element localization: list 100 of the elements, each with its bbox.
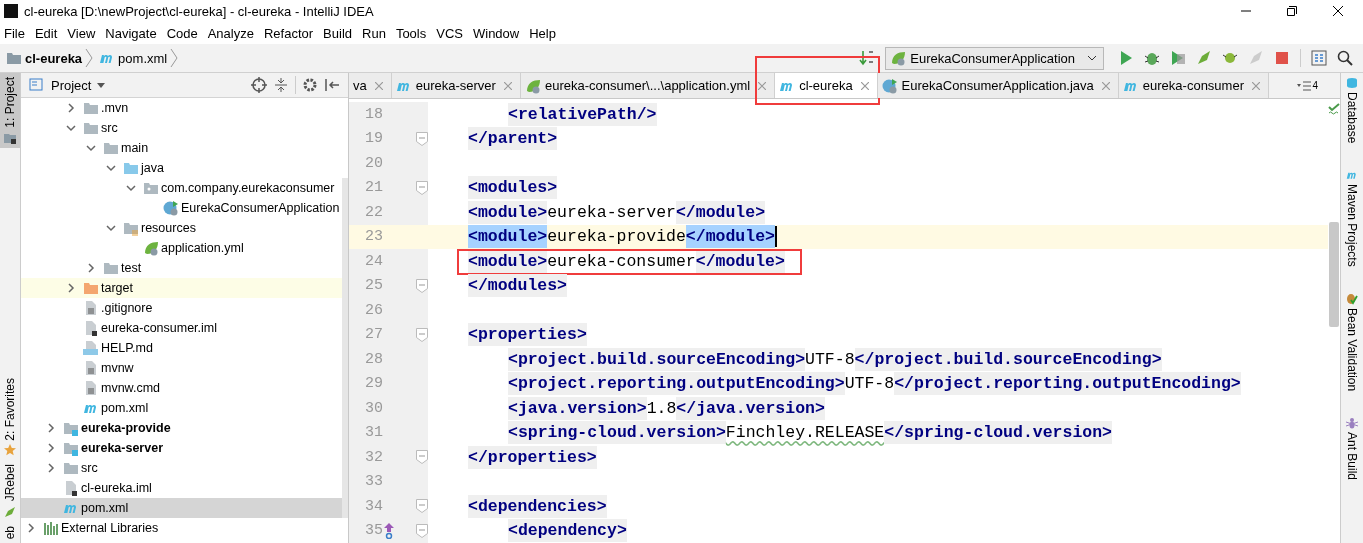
fold-marker-icon[interactable] <box>416 180 428 195</box>
tree-row[interactable]: HELP.md <box>21 338 342 358</box>
menu-item[interactable]: Refactor <box>259 25 320 41</box>
run-configuration-dropdown[interactable]: EurekaConsumerApplication <box>885 46 1104 70</box>
fold-marker-icon[interactable] <box>416 523 428 538</box>
tool-window-tab[interactable]: 2: Favorites <box>0 373 20 461</box>
chevron-icon[interactable] <box>26 523 36 533</box>
chevron-icon[interactable] <box>66 103 76 113</box>
file-icon <box>83 380 99 396</box>
tree-row[interactable]: src <box>21 458 342 478</box>
menu-item[interactable]: Window <box>468 25 526 41</box>
chevron-icon[interactable] <box>46 463 56 473</box>
editor-tab[interactable]: cl-eureka <box>775 73 878 98</box>
editor-tab[interactable]: eureka-consumer\...\application.yml <box>520 73 776 98</box>
chevron-icon[interactable] <box>106 223 116 233</box>
menu-item[interactable]: Run <box>358 25 392 41</box>
fold-marker-icon[interactable] <box>416 327 428 342</box>
chevron-icon[interactable] <box>86 263 96 273</box>
tree-row[interactable]: External Libraries <box>21 518 342 538</box>
menu-item[interactable]: Code <box>162 25 204 41</box>
coverage-icon[interactable] <box>1170 50 1186 66</box>
tool-window-tab[interactable]: Maven Projects <box>1345 169 1359 268</box>
tree-row[interactable]: mvnw <box>21 358 342 378</box>
fold-marker-icon[interactable] <box>416 499 428 514</box>
menu-item[interactable]: VCS <box>432 25 469 41</box>
chevron-icon[interactable] <box>126 183 136 193</box>
file-icon <box>83 320 99 336</box>
menu-item[interactable]: Navigate <box>101 25 163 41</box>
editor-tab[interactable]: EurekaConsumerApplication.java <box>877 73 1119 98</box>
xml-tag: <dependency> <box>508 519 627 543</box>
breadcrumb-item[interactable]: cl-eureka <box>25 50 83 66</box>
menu-item[interactable]: Help <box>525 25 562 41</box>
tree-row[interactable]: cl-eureka.iml <box>21 478 342 498</box>
project-view-icon <box>29 77 45 93</box>
chevron-icon[interactable] <box>66 123 76 133</box>
tree-row[interactable]: .gitignore <box>21 298 342 318</box>
editor-tab[interactable]: va <box>349 73 392 98</box>
menu-item[interactable]: Build <box>319 25 358 41</box>
tool-window-tab[interactable]: Database <box>1345 77 1359 144</box>
collapse-all-icon[interactable] <box>273 77 289 93</box>
tree-row[interactable]: EurekaConsumerApplication <box>21 198 342 218</box>
tree-row[interactable]: main <box>21 138 342 158</box>
tree-row[interactable]: target <box>21 278 342 298</box>
tree-row[interactable]: .mvn <box>21 98 342 118</box>
sort-icon[interactable] <box>859 50 876 66</box>
bug-icon[interactable] <box>1222 50 1238 66</box>
tool-window-tab[interactable]: Bean Validation <box>1345 293 1359 392</box>
override-marker-icon[interactable] <box>382 522 396 539</box>
tab-list-icon[interactable] <box>1297 80 1312 91</box>
tree-row[interactable]: com.company.eurekaconsumer <box>21 178 342 198</box>
tree-row[interactable]: pom.xml <box>21 498 342 518</box>
settings-icon[interactable] <box>302 77 318 93</box>
fold-marker-icon[interactable] <box>416 131 428 146</box>
close-icon[interactable] <box>1333 6 1343 16</box>
line-number: 21 <box>365 179 383 197</box>
tree-row[interactable]: application.yml <box>21 238 342 258</box>
editor-tab[interactable]: eureka-server <box>391 73 521 98</box>
menu-item[interactable]: Edit <box>30 25 64 41</box>
search-icon[interactable] <box>1337 50 1353 66</box>
chevron-icon[interactable] <box>46 443 56 453</box>
tab-label: eureka-consumer\...\application.yml <box>544 78 751 93</box>
chevron-icon[interactable] <box>106 163 116 173</box>
tree-row[interactable]: test <box>21 258 342 278</box>
tree-row[interactable]: mvnw.cmd <box>21 378 342 398</box>
restore-icon[interactable] <box>1287 6 1297 16</box>
dropdown-arrow-icon[interactable] <box>97 82 106 88</box>
leaf-icon <box>890 50 907 66</box>
breadcrumb-item[interactable]: pom.xml <box>118 50 168 66</box>
fold-marker-icon[interactable] <box>416 450 428 465</box>
tool-window-tab[interactable]: JRebel <box>0 460 20 522</box>
tree-row[interactable]: java <box>21 158 342 178</box>
scrollbar[interactable] <box>342 178 348 518</box>
chevron-icon[interactable] <box>86 143 96 153</box>
scrollbar[interactable] <box>1329 222 1339 327</box>
menu-item[interactable]: View <box>63 25 102 41</box>
menu-item[interactable]: File <box>0 25 31 41</box>
tool-window-tab[interactable]: eb <box>0 521 20 543</box>
panel-title[interactable]: Project <box>51 77 92 93</box>
locate-icon[interactable] <box>251 77 267 93</box>
tree-row[interactable]: src <box>21 118 342 138</box>
tree-row[interactable]: pom.xml <box>21 398 342 418</box>
bug-icon[interactable] <box>1144 50 1160 66</box>
menu-item[interactable]: Tools <box>391 25 433 41</box>
run-icon[interactable] <box>1118 50 1134 66</box>
menu-item[interactable]: Analyze <box>203 25 260 41</box>
editor-tab[interactable]: eureka-consumer <box>1118 73 1269 98</box>
project-structure-icon[interactable] <box>1311 50 1327 66</box>
chevron-icon[interactable] <box>66 283 76 293</box>
tool-window-tab[interactable]: 1: Project <box>0 73 20 148</box>
tree-row[interactable]: eureka-consumer.iml <box>21 318 342 338</box>
tool-window-tab[interactable]: Ant Build <box>1345 417 1359 481</box>
file-icon <box>83 360 99 376</box>
hide-panel-icon[interactable] <box>324 77 340 93</box>
chevron-icon[interactable] <box>46 423 56 433</box>
tree-row[interactable]: eureka-server <box>21 438 342 458</box>
stop-icon[interactable] <box>1274 50 1290 66</box>
rocket-icon[interactable] <box>1196 50 1212 66</box>
tree-row[interactable]: resources <box>21 218 342 238</box>
fold-marker-icon[interactable] <box>416 278 428 293</box>
tree-row[interactable]: eureka-provide <box>21 418 342 438</box>
